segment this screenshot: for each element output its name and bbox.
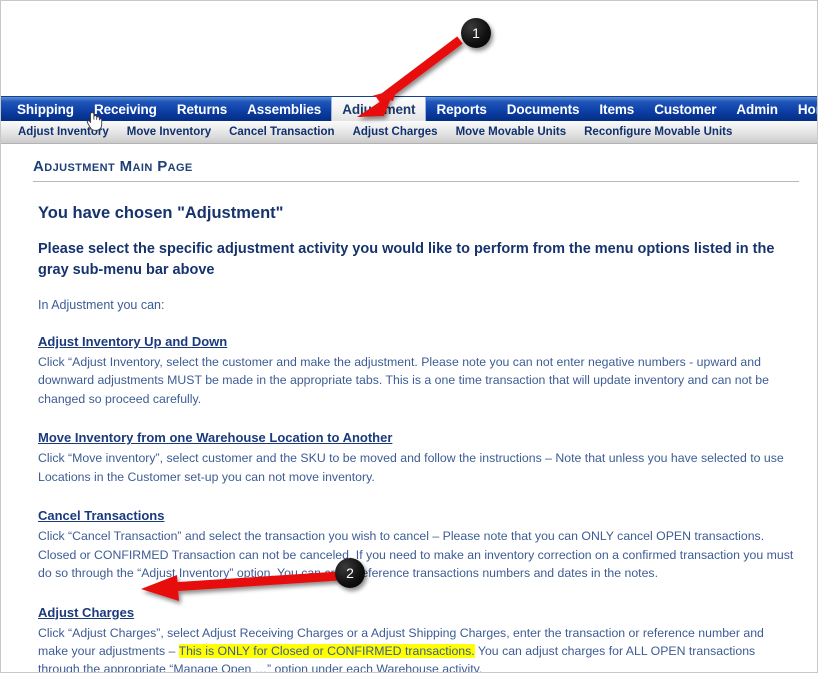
section-body-move-inventory: Click “Move inventory”, select customer … (38, 451, 784, 484)
section-body-adjust-inventory: Click “Adjust Inventory, select the cust… (38, 355, 769, 406)
section-body-cancel-transactions: Click “Cancel Transaction” and select th… (38, 529, 794, 581)
nav-tab-adjustment[interactable]: Adjustment (331, 97, 427, 121)
subnav-item-move-movable-units[interactable]: Move Movable Units (447, 121, 576, 143)
section-adjust-inventory: Adjust Inventory Up and Down Click “Adju… (38, 333, 795, 408)
link-adjust-charges[interactable]: Adjust Charges (38, 605, 134, 620)
adjust-charges-highlighted-note: This is ONLY for Closed or CONFIRMED tra… (178, 643, 475, 658)
subnav-item-move-inventory[interactable]: Move Inventory (118, 121, 220, 143)
section-cancel-transactions: Cancel Transactions Click “Cancel Transa… (38, 507, 795, 582)
nav-tab-assemblies[interactable]: Assemblies (237, 97, 331, 121)
page-title-container: Adjustment Main Page (33, 158, 799, 182)
link-move-inventory[interactable]: Move Inventory from one Warehouse Locati… (38, 430, 392, 445)
nav-tab-reports[interactable]: Reports (426, 97, 496, 121)
subnav-item-cancel-transaction[interactable]: Cancel Transaction (220, 121, 343, 143)
instruction-heading: Please select the specific adjustment ac… (38, 241, 775, 279)
browser-page: Shipping Receiving Returns Assemblies Ad… (0, 0, 818, 673)
nav-tab-shipping[interactable]: Shipping (7, 97, 84, 121)
nav-tab-home[interactable]: Home (788, 97, 817, 121)
subnav-item-adjust-inventory[interactable]: Adjust Inventory (9, 121, 118, 143)
section-body-adjust-charges: Click “Adjust Charges”, select Adjust Re… (38, 624, 795, 672)
page-body: Adjustment Main Page You have chosen "Ad… (1, 158, 817, 672)
nav-tab-receiving[interactable]: Receiving (84, 97, 167, 121)
page-top-whitespace (1, 1, 817, 96)
nav-tab-admin[interactable]: Admin (726, 97, 788, 121)
subnav-item-adjust-charges[interactable]: Adjust Charges (344, 121, 447, 143)
section-move-inventory: Move Inventory from one Warehouse Locati… (38, 429, 795, 486)
link-cancel-transactions[interactable]: Cancel Transactions (38, 508, 164, 523)
subnav-item-reconfigure-movable-units[interactable]: Reconfigure Movable Units (575, 121, 741, 143)
nav-tab-documents[interactable]: Documents (497, 97, 590, 121)
sub-navigation-bar: Adjust Inventory Move Inventory Cancel T… (1, 121, 817, 144)
nav-tab-returns[interactable]: Returns (167, 97, 237, 121)
nav-tab-items[interactable]: Items (589, 97, 644, 121)
main-navigation-bar: Shipping Receiving Returns Assemblies Ad… (1, 96, 817, 121)
page-content: You have chosen "Adjustment" Please sele… (38, 204, 795, 672)
section-adjust-charges: Adjust Charges Click “Adjust Charges”, s… (38, 604, 795, 672)
nav-tab-customer[interactable]: Customer (644, 97, 726, 121)
lead-text: In Adjustment you can: (38, 298, 165, 313)
page-title: Adjustment Main Page (33, 158, 193, 175)
chosen-heading: You have chosen "Adjustment" (38, 204, 284, 222)
link-adjust-inventory-up-and-down[interactable]: Adjust Inventory Up and Down (38, 334, 227, 349)
